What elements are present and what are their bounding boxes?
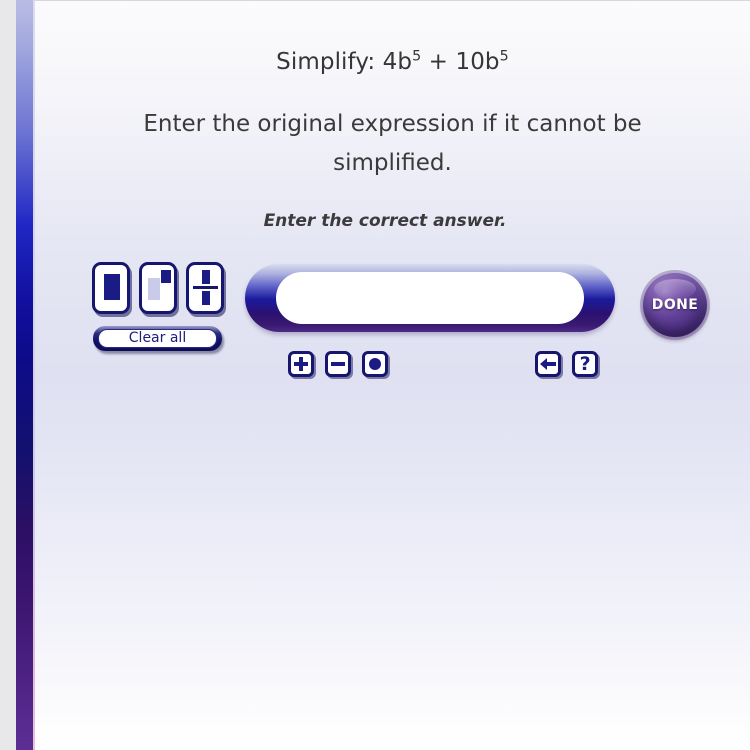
expression-exponent-2: 5 — [499, 48, 509, 65]
prompt-text: Enter the correct answer. — [263, 211, 507, 231]
answer-input-frame — [245, 264, 615, 332]
instruction-text: Enter the original expression if it cann… — [143, 111, 642, 176]
clear-all-button[interactable]: Clear all — [98, 329, 217, 348]
arrow-stem — [546, 362, 556, 366]
exponent-template-button[interactable] — [139, 262, 177, 314]
backspace-button[interactable] — [535, 351, 561, 377]
fraction-template-button[interactable] — [186, 262, 224, 314]
done-button-label: DONE — [651, 297, 699, 313]
expression-term-1: 4b — [382, 49, 413, 75]
dot-icon — [369, 358, 382, 370]
utility-button-group: ? — [535, 351, 599, 377]
done-button[interactable]: DONE — [643, 273, 707, 337]
operator-button-group — [288, 351, 389, 377]
answer-input[interactable] — [276, 272, 584, 324]
fraction-bar-icon — [193, 286, 218, 289]
template-palette — [92, 262, 226, 317]
expression-exponent-1: 5 — [412, 48, 422, 65]
problem-label: Simplify: — [276, 49, 376, 75]
content-stage: Simplify: 4b5 + 10b5 Enter the original … — [35, 0, 750, 750]
fraction-denominator-icon — [202, 291, 210, 305]
multiply-dot-button[interactable] — [362, 351, 389, 377]
minus-button[interactable] — [325, 351, 352, 377]
plus-button[interactable] — [288, 351, 314, 377]
fraction-numerator-icon — [202, 270, 210, 284]
plus-icon-vertical — [299, 357, 303, 371]
page-title: Simplify: 4b5 + 10b5 — [35, 49, 750, 75]
minus-icon — [331, 362, 346, 366]
question-mark-icon: ? — [579, 353, 591, 375]
help-button[interactable]: ? — [572, 351, 599, 377]
clear-all-bezel: Clear all — [93, 326, 222, 351]
box-template-button[interactable] — [92, 262, 130, 314]
left-gradient-bar — [16, 0, 33, 750]
exponent-superscript-icon — [161, 270, 171, 283]
left-arrow-icon — [540, 358, 556, 370]
left-margin-strip — [0, 0, 16, 750]
expression-operator: + 10b — [421, 49, 500, 75]
box-icon — [104, 274, 120, 300]
exponent-base-icon — [148, 278, 160, 300]
math-answer-entry-app: Simplify: 4b5 + 10b5 Enter the original … — [0, 0, 750, 750]
problem-expression: 4b5 + 10b5 — [383, 49, 509, 75]
